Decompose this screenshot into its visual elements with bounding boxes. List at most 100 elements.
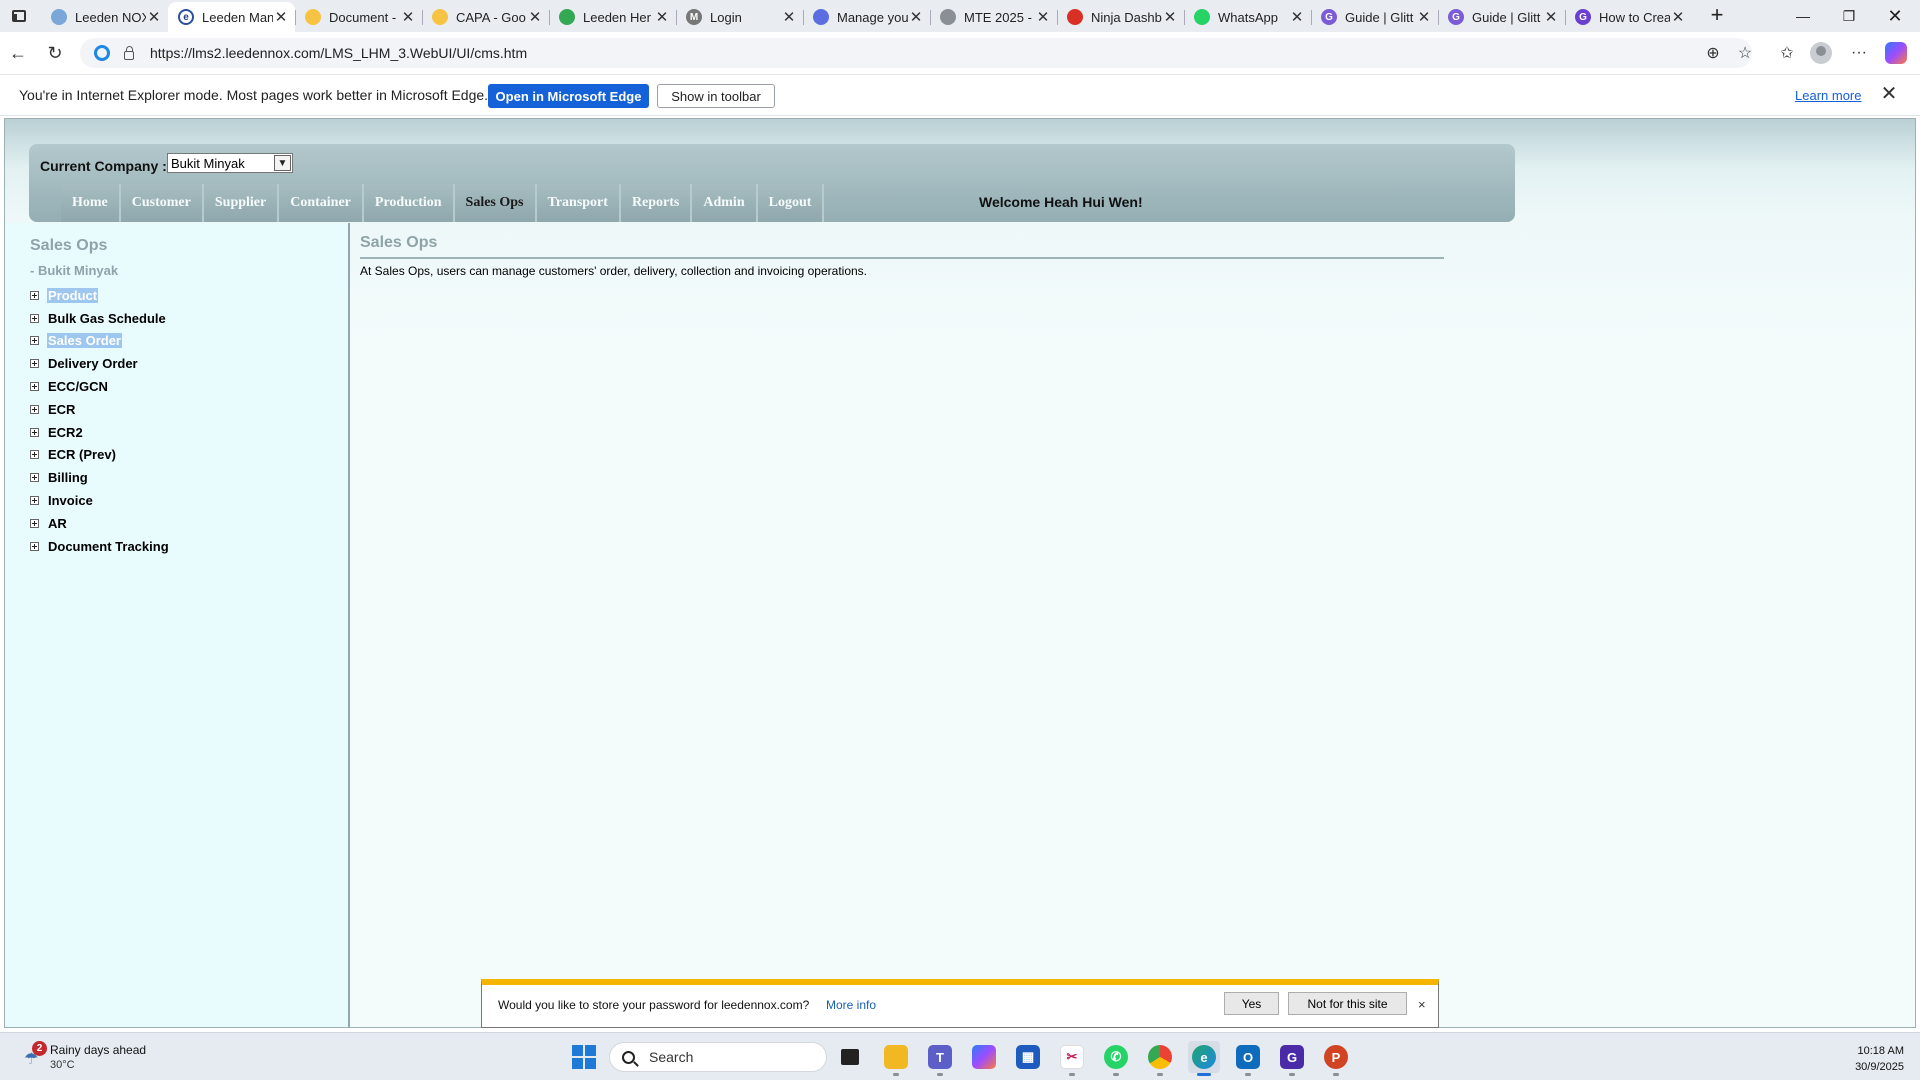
expand-plus-icon[interactable] [30,313,39,323]
expand-plus-icon[interactable] [30,541,39,551]
tab-actions-menu-icon[interactable] [8,6,30,26]
tab-title[interactable]: Ninja Dashb [1091,10,1162,25]
tab-close-icon[interactable]: ✕ [1035,8,1051,26]
copilot-taskbar-button[interactable] [968,1041,1000,1073]
menu-item-supplier[interactable]: Supplier [203,184,280,222]
tab-close-icon[interactable]: ✕ [273,8,289,26]
tree-item[interactable]: Document Tracking [30,535,170,558]
tab-title[interactable]: Leeden NOX [75,10,146,25]
menu-item-home[interactable]: Home [61,184,121,222]
menu-item-admin[interactable]: Admin [692,184,758,222]
refresh-icon[interactable]: ↻ [43,41,67,65]
browser-tab[interactable]: WhatsApp ✕ [1184,2,1311,32]
new-tab-button[interactable]: + [1704,4,1730,28]
lock-icon[interactable] [124,45,134,60]
url-field[interactable]: https://lms2.leedennox.com/LMS_LHM_3.Web… [80,38,1752,68]
tree-item-label[interactable]: Invoice [47,493,94,508]
not-for-this-site-button[interactable]: Not for this site [1288,992,1407,1015]
tree-item-label[interactable]: Bulk Gas Schedule [47,311,167,326]
tree-item-label[interactable]: ECC/GCN [47,379,109,394]
tab-title[interactable]: Leeden Her [583,10,654,25]
window-close-icon[interactable]: ✕ [1872,0,1918,32]
tree-item-label[interactable]: Document Tracking [47,539,170,554]
tree-item[interactable]: ECR (Prev) [30,444,170,467]
more-info-link[interactable]: More info [826,998,876,1012]
chrome-button[interactable] [1144,1041,1176,1076]
browser-tab[interactable]: CAPA - Goo ✕ [422,2,549,32]
browser-tab[interactable]: e Leeden Man ✕ [168,2,295,32]
tab-title[interactable]: Login [710,10,781,25]
glitter-button[interactable]: G [1276,1041,1308,1076]
tab-close-icon[interactable]: ✕ [1162,8,1178,26]
outlook-button[interactable]: O [1232,1041,1264,1076]
expand-plus-icon[interactable] [30,359,39,369]
expand-plus-icon[interactable] [30,496,39,506]
browser-tab[interactable]: M Login ✕ [676,2,803,32]
tree-item[interactable]: ECC/GCN [30,375,170,398]
whatsapp-button[interactable]: ✆ [1100,1041,1132,1076]
tab-close-icon[interactable]: ✕ [1543,8,1559,26]
browser-tab[interactable]: Document - ✕ [295,2,422,32]
open-in-edge-button[interactable]: Open in Microsoft Edge [488,84,649,108]
browser-tab[interactable]: G Guide | Glitt ✕ [1438,2,1565,32]
zoom-icon[interactable]: ⊕ [1701,41,1725,65]
favorites-bar-icon[interactable]: ✩ [1775,41,1799,65]
tab-title[interactable]: CAPA - Goo [456,10,527,25]
back-arrow-icon[interactable]: ← [6,41,30,65]
tree-item-label[interactable]: AR [47,516,68,531]
tree-item[interactable]: ECR [30,398,170,421]
menu-item-transport[interactable]: Transport [536,184,621,222]
expand-plus-icon[interactable] [30,404,39,414]
expand-plus-icon[interactable] [30,518,39,528]
tree-item-label[interactable]: Billing [47,470,89,485]
tab-close-icon[interactable]: ✕ [654,8,670,26]
tree-item[interactable]: Delivery Order [30,352,170,375]
file-explorer-button[interactable] [880,1041,912,1076]
tab-close-icon[interactable]: ✕ [400,8,416,26]
company-select[interactable]: Bukit Minyak ▼ [167,153,293,173]
learn-more-link[interactable]: Learn more [1795,88,1861,103]
browser-tab[interactable]: Leeden Her ✕ [549,2,676,32]
tab-close-icon[interactable]: ✕ [781,8,797,26]
system-clock[interactable]: 10:18 AM 30/9/2025 [1820,1043,1904,1075]
tab-title[interactable]: Guide | Glitt [1472,10,1543,25]
tab-close-icon[interactable]: ✕ [1670,8,1686,26]
infobar-close-icon[interactable]: ✕ [1878,83,1900,105]
expand-plus-icon[interactable] [30,382,39,392]
browser-tab[interactable]: MTE 2025 - ✕ [930,2,1057,32]
store-button[interactable]: ▦ [1012,1041,1044,1073]
prompt-close-icon[interactable]: × [1418,997,1426,1012]
menu-item-logout[interactable]: Logout [757,184,825,222]
browser-tab[interactable]: Ninja Dashb ✕ [1057,2,1184,32]
chevron-down-icon[interactable]: ▼ [274,155,291,171]
tab-title[interactable]: Document - [329,10,400,25]
expand-plus-icon[interactable] [30,290,39,300]
tab-close-icon[interactable]: ✕ [908,8,924,26]
weather-widget[interactable]: ☂ 2 Rainy days ahead 30°C [20,1041,160,1073]
tab-title[interactable]: Leeden Man [202,10,273,25]
menu-item-container[interactable]: Container [279,184,364,222]
tree-item-label[interactable]: ECR [47,402,76,417]
ie-mode-icon[interactable] [94,45,110,61]
menu-item-customer[interactable]: Customer [120,184,204,222]
browser-tab[interactable]: G How to Crea ✕ [1565,2,1692,32]
teams-button[interactable]: T [924,1041,956,1076]
tab-title[interactable]: Guide | Glitt [1345,10,1416,25]
edge-button[interactable]: e [1188,1041,1220,1076]
tree-item-label[interactable]: Delivery Order [47,356,139,371]
expand-plus-icon[interactable] [30,473,39,483]
more-options-icon[interactable]: ··· [1847,41,1871,65]
tab-title[interactable]: How to Crea [1599,10,1670,25]
task-view-button[interactable] [834,1041,866,1073]
tree-item[interactable]: Bulk Gas Schedule [30,307,170,330]
expand-plus-icon[interactable] [30,450,39,460]
restore-icon[interactable]: ❐ [1826,0,1872,32]
tab-close-icon[interactable]: ✕ [1416,8,1432,26]
tree-item-label[interactable]: Product [47,287,99,303]
menu-item-reports[interactable]: Reports [620,184,693,222]
expand-plus-icon[interactable] [30,427,39,437]
tree-item[interactable]: Product [30,284,170,307]
powerpoint-button[interactable]: P [1320,1041,1352,1076]
tab-close-icon[interactable]: ✕ [1289,8,1305,26]
tree-item-label[interactable]: ECR2 [47,425,84,440]
